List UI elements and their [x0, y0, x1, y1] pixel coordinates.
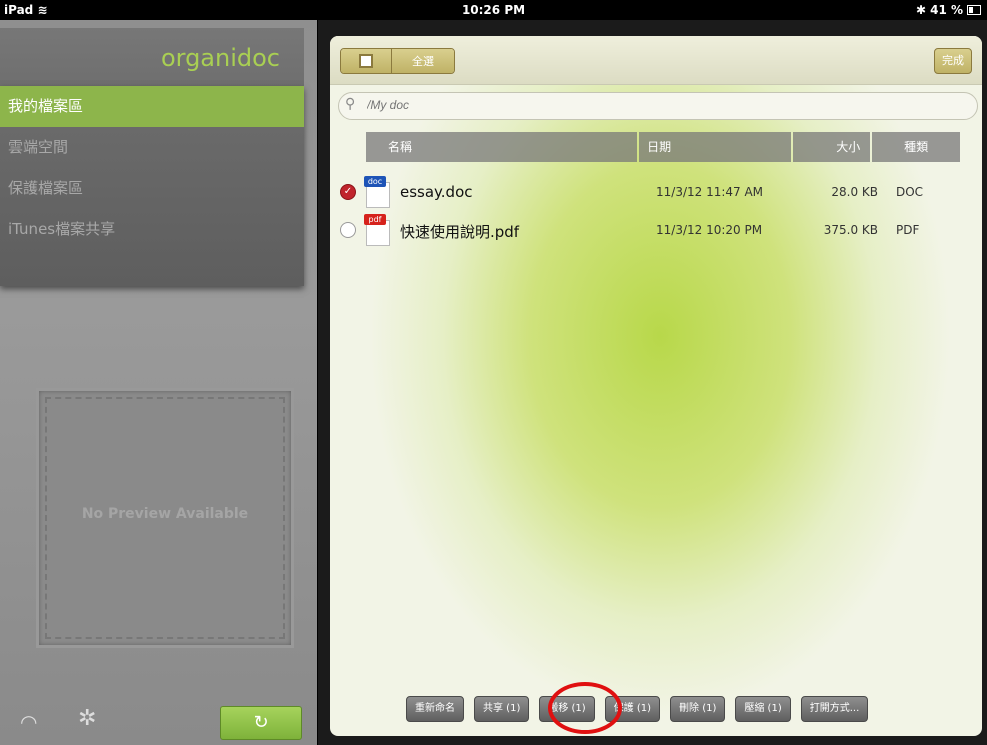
column-header-date[interactable]: 日期	[639, 132, 791, 162]
column-header-size[interactable]: 大小	[792, 132, 871, 162]
toolbar: 全選 完成	[330, 36, 982, 85]
column-header-kind[interactable]: 種類	[872, 132, 960, 162]
file-type-tag: pdf	[364, 214, 386, 225]
file-size: 375.0 KB	[823, 223, 878, 237]
protect-button[interactable]: 保護 (1)	[604, 696, 661, 722]
preview-placeholder: No Preview Available	[81, 506, 249, 522]
battery-label: 41 %	[930, 3, 963, 17]
file-size: 28.0 KB	[831, 185, 878, 199]
rename-button[interactable]: 重新命名	[406, 696, 464, 722]
action-bar: 重新命名 共享 (1) 搬移 (1) 保護 (1) 刪除 (1) 壓縮 (1) …	[406, 696, 869, 722]
sidebar-item-cloud[interactable]: 雲端空間	[0, 127, 304, 168]
unselected-radio-icon[interactable]	[340, 222, 356, 238]
sidebar-menu: 我的檔案區 雲端空間 保護檔案區 iTunes檔案共享	[0, 86, 304, 286]
file-kind: PDF	[896, 223, 920, 237]
folder-icon	[359, 54, 373, 68]
compress-button[interactable]: 壓縮 (1)	[735, 696, 791, 722]
select-all-button[interactable]: 全選	[391, 49, 454, 73]
doc-file-icon: doc	[362, 176, 392, 208]
sync-icon: ↻	[253, 712, 269, 733]
search-bar: ⚲	[338, 92, 978, 120]
bluetooth-icon: ✱	[916, 3, 927, 17]
preview-box: No Preview Available	[36, 388, 294, 648]
sidebar: organidoc 我的檔案區 雲端空間 保護檔案區 iTunes檔案共享 No…	[0, 20, 317, 745]
file-name: essay.doc	[400, 183, 473, 201]
app-logo: organidoc	[160, 44, 280, 72]
open-with-button[interactable]: 打開方式...	[800, 696, 869, 722]
move-button[interactable]: 搬移 (1)	[539, 696, 595, 722]
toolbar-segment: 全選	[340, 48, 455, 74]
battery-status: ✱ 41 %	[916, 3, 981, 17]
folder-button[interactable]	[341, 49, 391, 73]
sidebar-item-itunes-sharing[interactable]: iTunes檔案共享	[0, 209, 304, 250]
sidebar-item-my-files[interactable]: 我的檔案區	[0, 86, 304, 127]
gear-icon[interactable]: ✲	[78, 706, 96, 731]
file-name: 快速使用說明.pdf	[400, 223, 520, 241]
file-date: 11/3/12 11:47 AM	[656, 185, 764, 199]
file-type-tag: doc	[364, 176, 386, 187]
status-bar: iPad ≋ 10:26 PM ✱ 41 %	[0, 0, 987, 20]
sync-button[interactable]: ↻	[220, 706, 302, 740]
search-input[interactable]	[365, 97, 949, 113]
main-pane: 全選 完成 ⚲ 名稱 日期 大小 種類 ✓ doc essay.doc 11/3…	[318, 20, 987, 745]
battery-icon	[967, 5, 981, 15]
column-header-name[interactable]: 名稱	[366, 132, 638, 162]
delete-button[interactable]: 刪除 (1)	[670, 696, 726, 722]
file-kind: DOC	[896, 185, 924, 199]
sidebar-item-protected[interactable]: 保護檔案區	[0, 168, 304, 209]
done-button[interactable]: 完成	[934, 48, 972, 74]
share-button[interactable]: 共享 (1)	[474, 696, 530, 722]
selected-checkmark-icon[interactable]: ✓	[340, 184, 356, 200]
clock: 10:26 PM	[461, 3, 526, 17]
file-browser: 全選 完成 ⚲ 名稱 日期 大小 種類 ✓ doc essay.doc 11/3…	[330, 36, 982, 736]
file-date: 11/3/12 10:20 PM	[656, 223, 763, 237]
wifi-icon[interactable]: ◠	[20, 710, 37, 734]
table-row[interactable]: pdf 快速使用說明.pdf 11/3/12 10:20 PM 375.0 KB…	[338, 212, 978, 248]
search-icon: ⚲	[345, 96, 356, 112]
pdf-file-icon: pdf	[362, 214, 392, 246]
table-header: 名稱 日期 大小 種類	[366, 132, 962, 162]
table-row[interactable]: ✓ doc essay.doc 11/3/12 11:47 AM 28.0 KB…	[338, 174, 978, 210]
